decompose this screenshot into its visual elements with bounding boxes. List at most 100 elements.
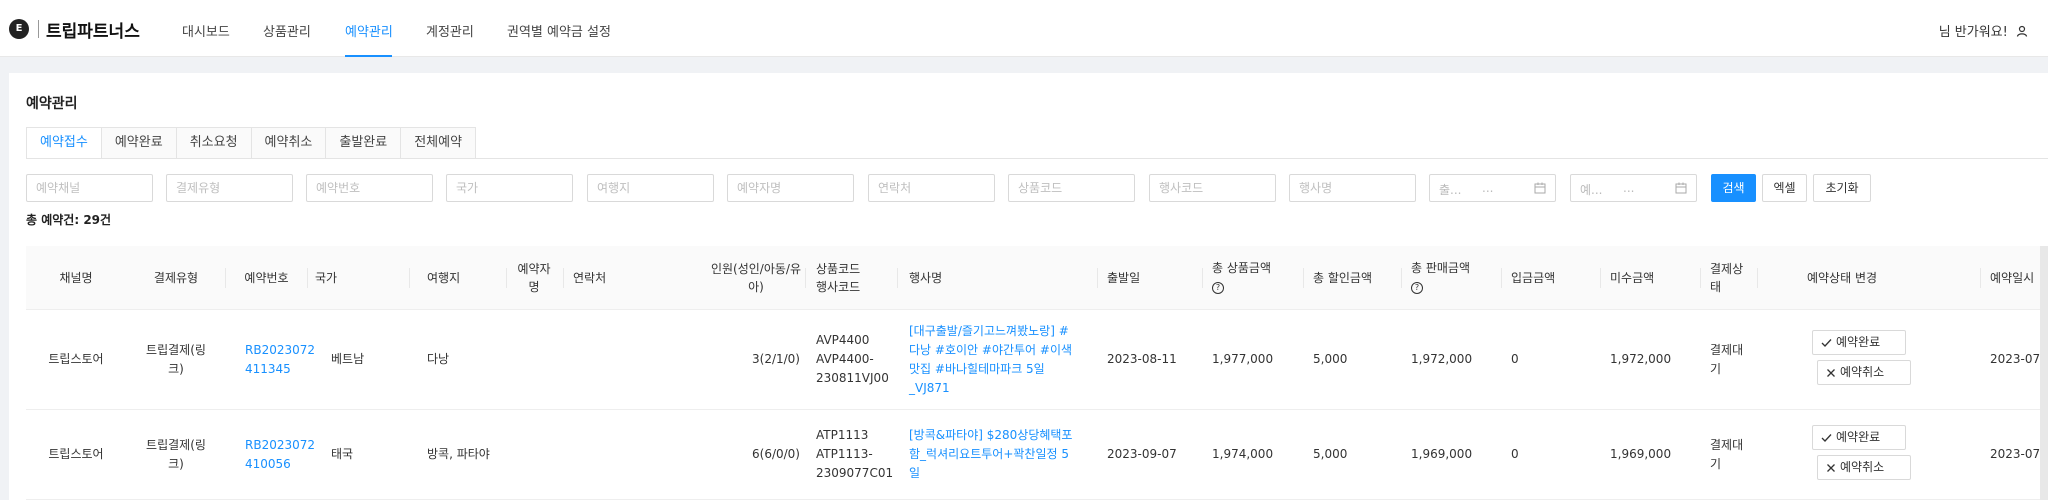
reservation-number-line2: 411345: [245, 362, 291, 376]
tab-received[interactable]: 예약접수: [26, 127, 101, 159]
event-name-line3: 일: [909, 466, 921, 480]
tab-departed[interactable]: 출발완료: [325, 127, 401, 159]
event-name-link[interactable]: [방콕&파타야] $280상당혜택포 함_럭셔리요트투어+꽉찬일정 5 일: [909, 426, 1094, 483]
date-range-end: ...: [1623, 181, 1635, 195]
nav-products[interactable]: 상품관리: [263, 21, 311, 40]
col-codes: 상품코드 행사코드: [816, 260, 860, 296]
col-status-change: 예약상태 변경: [1806, 271, 1878, 285]
complete-reservation-button[interactable]: 예약완료: [1812, 425, 1906, 450]
date-range-end: ...: [1482, 181, 1494, 195]
cell-total-discount: 5,000: [1313, 352, 1348, 366]
cell-product-code: AVP4400: [816, 333, 870, 347]
reservation-card: 예약관리 예약접수 예약완료 취소요청 예약취소 출발완료 전체예약 출... …: [9, 73, 2048, 500]
destination-filter[interactable]: [587, 174, 714, 202]
event-name-line2: 다낭 #호이안 #야간투어 #이색: [909, 343, 1073, 357]
reset-button[interactable]: 초기화: [1813, 174, 1871, 202]
tab-completed[interactable]: 예약완료: [100, 127, 176, 159]
info-icon[interactable]: ?: [1212, 277, 1271, 295]
booker-name-filter[interactable]: [727, 174, 854, 202]
col-booker-line1: 예약자: [517, 262, 551, 276]
reservation-number-link[interactable]: RB2023072 410056: [245, 436, 315, 474]
event-name-line2: 함_럭셔리요트투어+꽉찬일정 5: [909, 447, 1069, 461]
product-code-filter[interactable]: [1008, 174, 1135, 202]
col-booker: 예약자 명: [512, 260, 556, 296]
check-icon: [1821, 338, 1832, 347]
user-greeting[interactable]: 님 반가워요!: [1939, 21, 2028, 41]
event-name-filter[interactable]: [1289, 174, 1416, 202]
cell-pay-status-line2: 기: [1710, 362, 1722, 376]
nav-dashboard[interactable]: 대시보드: [182, 21, 230, 40]
departure-date-range[interactable]: 출... ...: [1429, 174, 1556, 202]
table-row[interactable]: 트립스토어 트립결제(링 크) RB2023072 410056 태국 방콕, …: [26, 411, 2048, 500]
cell-pay-status: 결제대 기: [1710, 436, 1743, 474]
nav-deposit-settings[interactable]: 권역별 예약금 설정: [507, 21, 611, 40]
cell-pay-type-line1: 트립결제(링: [146, 343, 206, 357]
cell-total-product: 1,977,000: [1212, 352, 1274, 366]
cell-departure: 2023-08-11: [1107, 352, 1177, 366]
cell-people: 6(6/0/0): [752, 447, 800, 461]
cell-unpaid: 1,969,000: [1610, 447, 1672, 461]
cell-event-code-line2: 230811VJ00: [816, 371, 889, 385]
nav-accounts[interactable]: 계정관리: [426, 21, 474, 40]
reservation-number-line2: 410056: [245, 457, 291, 471]
col-total-sale-label: 총 판매금액: [1411, 261, 1471, 275]
complete-label: 예약완료: [1836, 335, 1881, 349]
tab-all[interactable]: 전체예약: [400, 127, 477, 159]
col-divider: [1401, 268, 1402, 288]
event-code-filter[interactable]: [1149, 174, 1276, 202]
contact-filter[interactable]: [868, 174, 995, 202]
col-divider: [563, 268, 564, 288]
col-divider: [307, 268, 308, 288]
user-icon[interactable]: [2016, 25, 2028, 41]
logo-icon[interactable]: E: [9, 19, 29, 39]
col-event-name: 행사명: [909, 271, 943, 285]
cell-destination: 다낭: [427, 352, 450, 366]
col-divider: [1501, 268, 1502, 288]
cell-total-product: 1,974,000: [1212, 447, 1274, 461]
table-row[interactable]: 트립스토어 트립결제(링 크) RB2023072 411345 베트남 다낭 …: [26, 310, 2048, 410]
cell-pay-type-line2: 크): [168, 362, 184, 376]
cell-channel: 트립스토어: [48, 352, 104, 366]
cell-pay-type: 트립결제(링 크): [126, 436, 226, 474]
event-name-link[interactable]: [대구출발/즐기고느껴봤노랑] # 다낭 #호이안 #야간투어 #이색 맛집 #…: [909, 322, 1094, 398]
brand-name[interactable]: 트립파트너스: [46, 17, 140, 42]
col-divider: [1097, 268, 1098, 288]
cell-reservation-date: 2023-07-: [1990, 352, 2045, 366]
channel-filter[interactable]: [26, 174, 153, 202]
pay-type-filter[interactable]: [166, 174, 293, 202]
nav-reservations[interactable]: 예약관리: [345, 21, 393, 40]
cancel-label: 예약취소: [1840, 365, 1885, 379]
tab-cancel-request[interactable]: 취소요청: [175, 127, 251, 159]
country-filter[interactable]: [446, 174, 573, 202]
page-title: 예약관리: [26, 96, 78, 112]
cell-channel: 트립스토어: [48, 447, 104, 461]
cell-pay-status-line1: 결제대: [1710, 343, 1744, 357]
search-button[interactable]: 검색: [1711, 174, 1756, 202]
tab-cancelled[interactable]: 예약취소: [250, 127, 326, 159]
check-icon: [1821, 433, 1832, 442]
reservation-date-range[interactable]: 예... ...: [1570, 174, 1697, 202]
excel-button[interactable]: 엑셀: [1762, 174, 1807, 202]
calendar-icon: [1675, 182, 1687, 197]
horizontal-scroll-edge[interactable]: [2040, 246, 2048, 500]
complete-reservation-button[interactable]: 예약완료: [1812, 330, 1906, 355]
top-navbar: E 트립파트너스 대시보드 상품관리 예약관리 계정관리 권역별 예약금 설정 …: [0, 0, 2048, 57]
reservation-number-line1: RB2023072: [245, 438, 316, 452]
col-divider: [1600, 268, 1601, 288]
cell-departure: 2023-09-07: [1107, 447, 1177, 461]
info-icon[interactable]: ?: [1411, 277, 1470, 295]
col-pay-status-line1: 결제상: [1710, 262, 1744, 276]
reservation-number-filter[interactable]: [306, 174, 433, 202]
col-pay-status: 결제상 태: [1710, 260, 1743, 296]
table-header: 채널명 결제유형 예약번호 국가 여행지 예약자 명 연락처 인원(성인/아동/…: [26, 246, 2048, 310]
cancel-reservation-button[interactable]: 예약취소: [1817, 360, 1911, 385]
col-divider: [1303, 268, 1304, 288]
col-unpaid: 미수금액: [1610, 271, 1655, 285]
cell-people: 3(2/1/0): [752, 352, 800, 366]
reservation-number-link[interactable]: RB2023072 411345: [245, 341, 315, 379]
event-name-line4: _VJ871: [909, 381, 950, 395]
cell-deposit: 0: [1511, 352, 1519, 366]
cancel-reservation-button[interactable]: 예약취소: [1817, 455, 1911, 480]
total-count: 총 예약건: 29건: [26, 213, 112, 227]
col-product-code: 상품코드: [816, 262, 861, 276]
